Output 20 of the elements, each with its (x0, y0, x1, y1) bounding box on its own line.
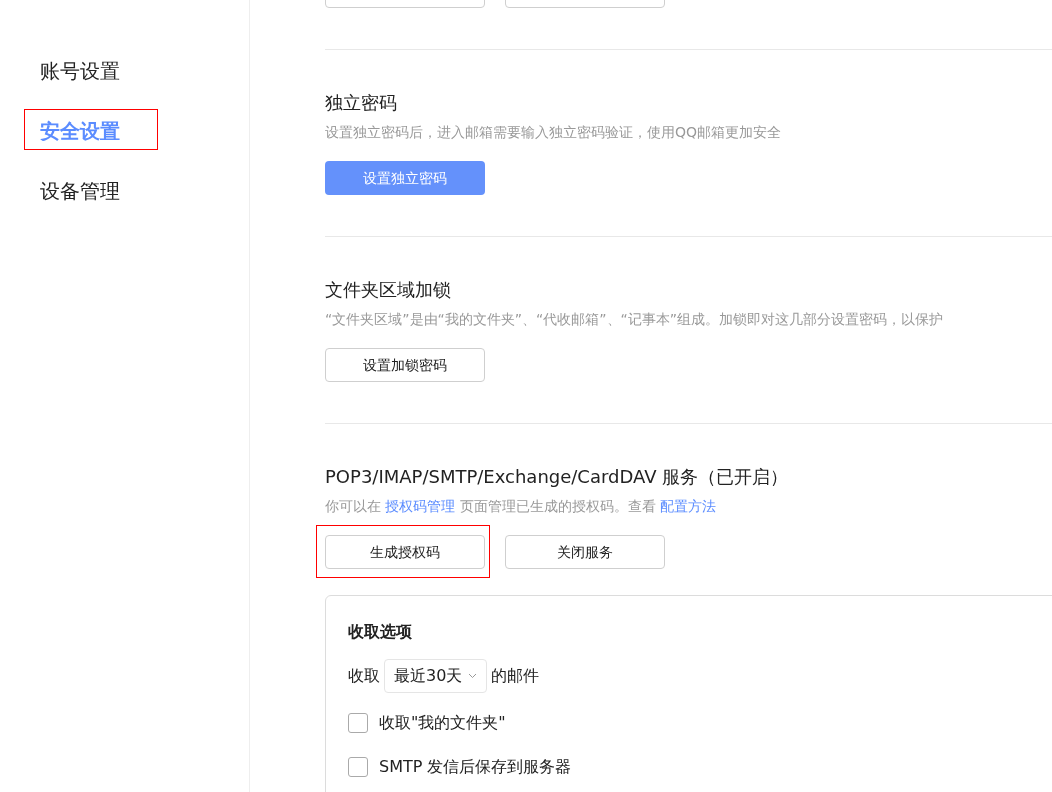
label: 的邮件 (491, 665, 540, 687)
section-description: 设置独立密码后，进入邮箱需要输入独立密码验证，使用QQ邮箱更加安全 (325, 123, 783, 142)
section-description: “文件夹区域”是由“我的文件夹”、“代收邮箱”、“记事本”组成。加锁即对这几部分设置密码，以保护 (325, 310, 945, 329)
sidebar-item[interactable]: 设备管理 (40, 176, 120, 206)
checkbox[interactable] (348, 713, 368, 733)
sidebar-item[interactable]: 账号设置 (40, 56, 120, 86)
outline-button[interactable]: 设置加锁密码 (325, 348, 485, 382)
checkbox[interactable] (348, 757, 368, 777)
chevron-down-icon (468, 673, 478, 679)
period-select[interactable]: 最近30天 (384, 659, 488, 693)
checkbox-label: 收取"我的文件夹" (379, 712, 506, 734)
section-title: 独立密码 (325, 91, 398, 115)
section-description: 你可以在 授权码管理 页面管理已生成的授权码。查看 配置方法 (325, 497, 718, 516)
card-title: 收取选项 (348, 621, 413, 643)
outline-button[interactable]: 生成授权码 (325, 535, 485, 569)
label: 收取 (348, 665, 380, 687)
section-title: POP3/IMAP/SMTP/Exchange/CardDAV 服务（已开启） (325, 465, 790, 489)
outline-button[interactable]: 关闭服务 (505, 535, 665, 569)
section-title: 文件夹区域加锁 (325, 278, 452, 302)
checkbox-label: SMTP 发信后保存到服务器 (379, 756, 572, 778)
